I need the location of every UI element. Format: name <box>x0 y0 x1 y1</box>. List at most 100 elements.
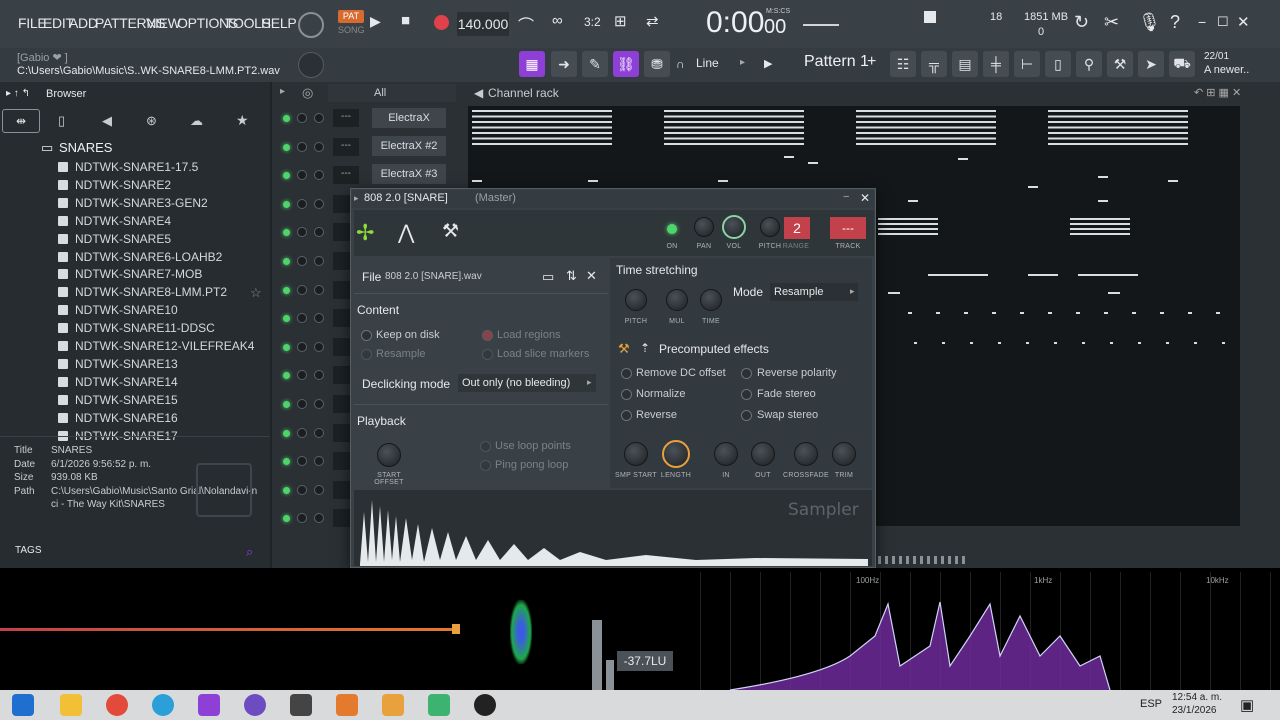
project-icon[interactable]: ▯ <box>58 113 65 129</box>
ts-pitch-knob[interactable] <box>625 289 647 311</box>
channel-mute-led[interactable] <box>283 486 290 494</box>
declicking-select[interactable]: Out only (no bleeding) <box>458 374 596 392</box>
channel-mute-led[interactable] <box>283 143 290 151</box>
menu-view[interactable]: VIEW <box>146 15 181 31</box>
channel-pan-knob[interactable] <box>297 256 307 266</box>
menu-help[interactable]: HELP <box>261 15 297 31</box>
step-edit-icon[interactable]: 3:2 <box>584 15 601 29</box>
eq-icon[interactable]: ╪ <box>983 51 1009 77</box>
channel-electrax-2[interactable]: ElectraX #2 <box>372 136 446 156</box>
language-indicator[interactable]: ESP <box>1140 698 1162 710</box>
use-loop-radio[interactable] <box>480 441 491 452</box>
master-pitch-knob[interactable] <box>298 52 324 78</box>
channel-track[interactable]: --- <box>333 166 359 185</box>
channel-mute-led[interactable] <box>283 258 290 265</box>
metronome-icon[interactable]: ⌒ <box>518 12 534 36</box>
remove-file-icon[interactable]: ✕ <box>586 268 597 284</box>
channel-vol-knob[interactable] <box>314 141 324 152</box>
file-item[interactable]: NDTWK-SNARE4 <box>58 212 171 230</box>
channel-filter[interactable]: All <box>328 84 456 102</box>
envelope-icon[interactable]: ⋀ <box>398 220 414 245</box>
favorite-star-icon[interactable]: ☆ <box>250 285 262 301</box>
rack-scrollbar[interactable] <box>878 556 968 564</box>
playlist-icon[interactable]: ▦ <box>519 51 545 77</box>
piano-roll-icon[interactable]: ▤ <box>952 51 978 77</box>
blend-notes-icon[interactable]: ⇄ <box>646 12 659 30</box>
play-icon[interactable]: ▶ <box>370 13 381 30</box>
master-volume-knob[interactable] <box>298 12 324 38</box>
load-slice-radio[interactable] <box>482 349 493 360</box>
on-led[interactable] <box>667 224 677 234</box>
channel-electrax[interactable]: ElectraX <box>372 108 446 128</box>
browser-tree-icon[interactable]: ⊢ <box>1014 51 1040 77</box>
ping-pong-radio[interactable] <box>480 460 491 471</box>
channel-vol-knob[interactable] <box>314 284 324 295</box>
mixer-track[interactable]: --- <box>830 217 866 239</box>
swap-stereo-radio[interactable] <box>741 410 752 421</box>
channel-mute-led[interactable] <box>283 200 290 208</box>
sampler-close-icon[interactable]: ✕ <box>860 191 870 205</box>
trim-knob[interactable] <box>832 442 856 466</box>
app3-icon[interactable] <box>382 694 404 716</box>
channel-mute-led[interactable] <box>283 115 290 122</box>
notification-icon[interactable]: ▣ <box>1240 696 1254 714</box>
messenger-icon[interactable] <box>244 694 266 716</box>
rack-tools-icon[interactable]: ↶ ⊞ ▦ ✕ <box>1194 86 1241 99</box>
search-icon[interactable]: ⌕ <box>246 544 253 560</box>
file-item[interactable]: NDTWK-SNARE10 <box>58 301 178 319</box>
channel-rack-icon[interactable]: ╦ <box>921 51 947 77</box>
ts-mul-knob[interactable] <box>666 289 688 311</box>
swing-icon[interactable]: ◎ <box>302 85 313 101</box>
channel-track[interactable]: --- <box>333 109 359 127</box>
normalize-radio[interactable] <box>621 389 632 400</box>
file-item[interactable]: NDTWK-SNARE11-DDSC <box>58 319 215 337</box>
channel-mute-led[interactable] <box>283 343 290 351</box>
channel-vol-knob[interactable] <box>314 341 324 352</box>
menu-add[interactable]: ADD <box>69 15 98 31</box>
restart-icon[interactable]: ↻ <box>1074 12 1089 33</box>
song-mode-button[interactable]: SONG <box>338 25 365 38</box>
channel-vol-knob[interactable] <box>314 427 324 438</box>
file-item[interactable]: NDTWK-SNARE14 <box>58 373 178 391</box>
clock-time[interactable]: 12:54 a. m. <box>1172 692 1222 703</box>
all-files-icon[interactable]: ⇹ <box>2 109 40 133</box>
link-icon[interactable]: ⛓ <box>613 51 639 77</box>
pan-knob[interactable] <box>694 217 714 237</box>
channel-pan-knob[interactable] <box>297 141 307 152</box>
channel-vol-knob[interactable] <box>314 256 324 266</box>
channel-mute-led[interactable] <box>283 429 290 437</box>
obs-icon[interactable] <box>474 694 496 716</box>
channel-vol-knob[interactable] <box>314 399 324 409</box>
keep-on-disk-radio[interactable] <box>361 330 372 341</box>
remove-dc-radio[interactable] <box>621 368 632 379</box>
channel-mute-led[interactable] <box>283 286 290 294</box>
channel-pan-knob[interactable] <box>297 113 307 123</box>
rack-options-icon[interactable]: ▸ <box>280 86 285 97</box>
arrow-icon[interactable]: ➜ <box>551 51 577 77</box>
channel-pan-knob[interactable] <box>297 341 307 352</box>
channel-pan-knob[interactable] <box>297 399 307 409</box>
plugin-db-icon[interactable]: ⊛ <box>146 113 157 129</box>
volume-knob[interactable] <box>722 215 746 239</box>
telegram-icon[interactable] <box>152 694 174 716</box>
pitch-knob[interactable] <box>760 217 780 237</box>
help-icon[interactable]: ? <box>1170 12 1180 33</box>
folder-snares[interactable]: SNARES <box>59 140 112 155</box>
crossfade-knob[interactable] <box>794 442 818 466</box>
mixer-icon[interactable]: ☷ <box>890 51 916 77</box>
tempo-tap-icon[interactable]: ⚒ <box>1107 51 1133 77</box>
channel-pan-knob[interactable] <box>297 427 307 438</box>
cloud-icon[interactable]: ☁ <box>190 113 203 129</box>
favorites-star-icon[interactable]: ★ <box>236 112 249 129</box>
add-pattern-icon[interactable]: + <box>867 53 876 71</box>
shop-icon[interactable]: ⛟ <box>1169 51 1195 77</box>
channel-vol-knob[interactable] <box>314 484 324 495</box>
length-knob[interactable] <box>662 440 690 468</box>
sampler-minimize-icon[interactable]: − <box>843 191 849 203</box>
fl-studio-icon[interactable] <box>336 694 358 716</box>
channel-vol-knob[interactable] <box>314 198 324 209</box>
precomputed-wrench-icon[interactable]: ⚒ <box>618 341 630 357</box>
start-offset-knob[interactable] <box>377 443 401 467</box>
loop-record-icon[interactable]: ∞ <box>552 12 563 29</box>
file-item[interactable]: NDTWK-SNARE6-LOAHB2 <box>58 248 222 266</box>
